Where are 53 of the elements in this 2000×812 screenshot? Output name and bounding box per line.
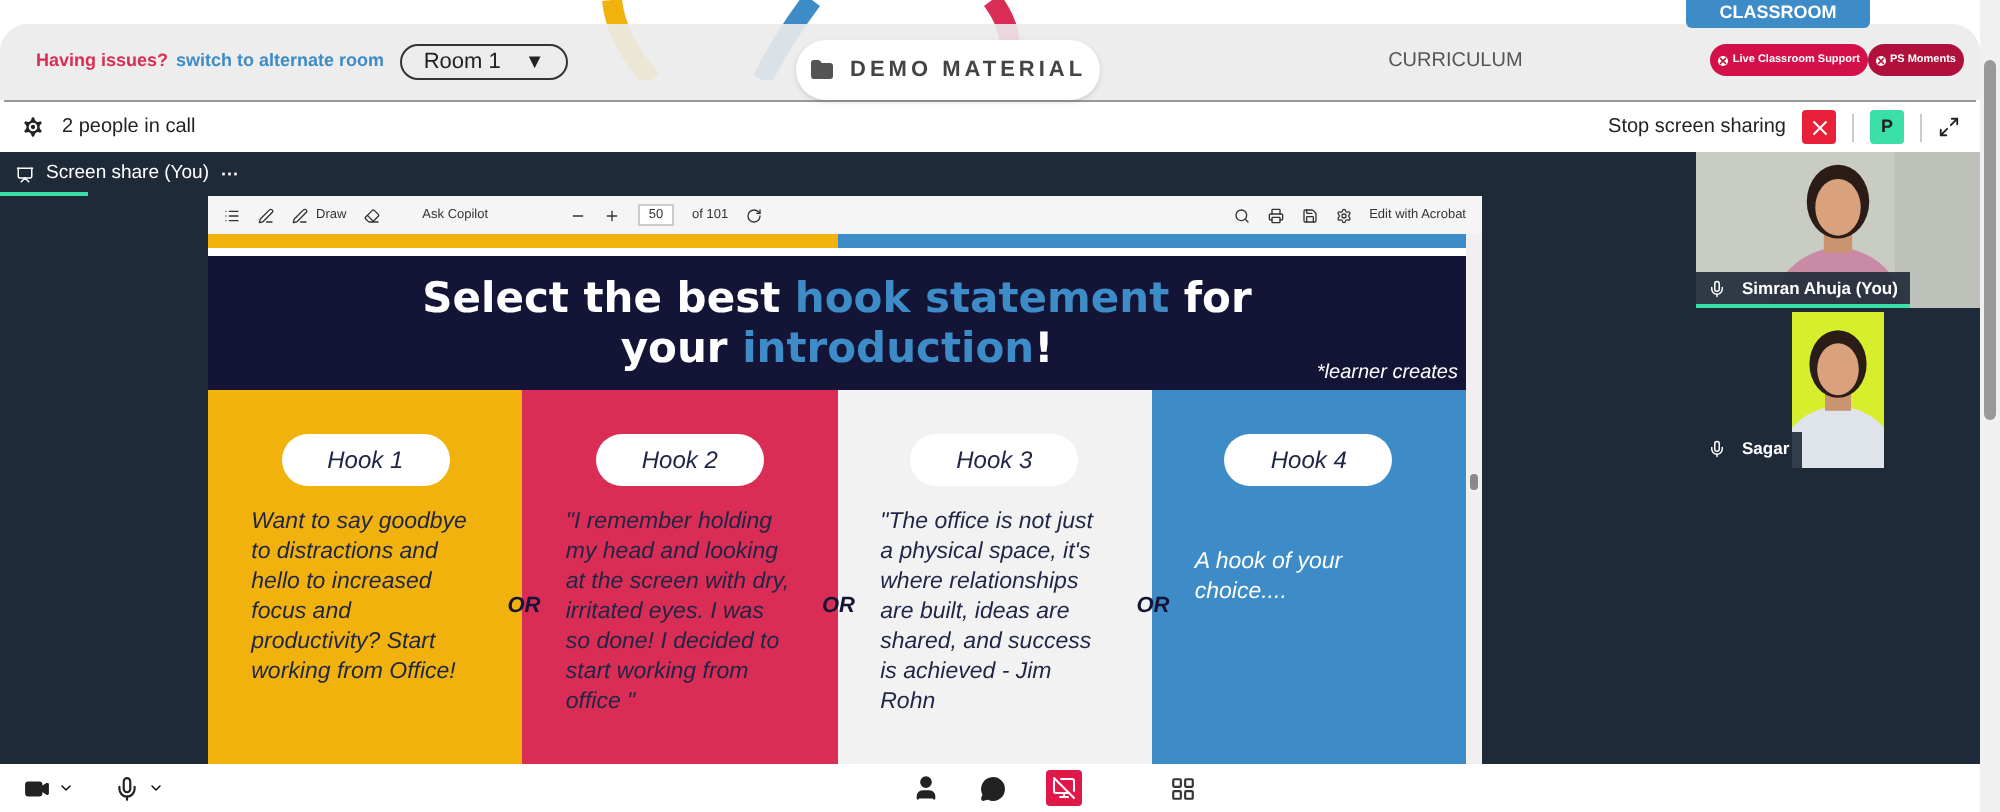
print-icon[interactable]: [1267, 207, 1284, 223]
issue-text: Having issues?: [36, 48, 169, 75]
microphone-icon: [114, 775, 140, 801]
close-icon: [1807, 115, 1831, 139]
pen-icon: [292, 207, 308, 223]
more-button[interactable]: ···: [221, 165, 240, 183]
participant-name: Simran Ahuja (You): [1742, 275, 1898, 301]
rotate-icon[interactable]: [746, 207, 763, 223]
hook-label: Hook 3: [910, 434, 1079, 486]
microphone-icon: [1708, 439, 1726, 457]
screen-share-button[interactable]: [1046, 770, 1082, 806]
list-icon[interactable]: [224, 207, 240, 223]
screen-share-icon: [16, 165, 34, 183]
hook-text: Want to say goodbye to distractions and hello to increased focus and productivity? Start working from Office!: [251, 508, 469, 688]
zoom-in-icon[interactable]: [604, 207, 621, 223]
chat-icon[interactable]: [980, 775, 1006, 801]
participants-icon[interactable]: [912, 774, 940, 802]
slide-note: *learner creates: [1316, 360, 1458, 388]
camera-icon: [24, 775, 50, 801]
room-select[interactable]: Room 1 ▼: [400, 44, 569, 80]
nav-tab[interactable]: CURRICULUM: [1372, 40, 1539, 80]
folder-icon: [810, 58, 835, 82]
hook-text: A hook of your choice....: [1194, 548, 1345, 608]
slide-title: your introduction!: [620, 323, 1054, 373]
classroom-tab[interactable]: CLASSROOM: [1686, 0, 1870, 28]
settings-icon[interactable]: [1335, 207, 1352, 223]
stop-sharing-button[interactable]: Stop screen sharing: [1608, 112, 1786, 142]
eraser-icon[interactable]: [364, 207, 381, 223]
chevron-icon: [58, 780, 74, 796]
chevron-icon: [148, 780, 164, 796]
nav-tab[interactable]: DEMO MATERIAL: [796, 40, 1101, 100]
hook-label: Hook 2: [595, 434, 764, 486]
save-icon[interactable]: [1301, 207, 1318, 223]
hook-label: Hook 1: [281, 434, 450, 486]
slide-title: Select the best hook statement for: [422, 273, 1252, 323]
monitor-off-icon: [1052, 776, 1076, 800]
hook-text: "I remember holding my head and looking at the screen with dry, irritated eyes. I was so done! I decided to start working from office ": [565, 508, 792, 718]
hook-text: "The office is not just a physical space, it's where relationships are built, ideas are shared, and success is achieved - Jim Rohn: [880, 508, 1096, 718]
close-icon: [1718, 55, 1729, 65]
close-button[interactable]: [1802, 110, 1836, 144]
fullscreen-icon[interactable]: [1938, 116, 1960, 138]
grid-icon[interactable]: [1170, 775, 1196, 801]
hook-label: Hook 4: [1224, 434, 1393, 486]
search-icon[interactable]: [1233, 207, 1250, 223]
share-label: Screen share (You): [46, 159, 210, 188]
camera-button[interactable]: [24, 775, 74, 801]
microphone-button[interactable]: [114, 775, 164, 801]
microphone-icon: [1708, 279, 1726, 297]
close-icon: [1875, 55, 1886, 65]
user-avatar[interactable]: P: [1870, 110, 1904, 144]
pen-icon[interactable]: [258, 207, 274, 223]
participant-count: 2 people in call: [62, 114, 196, 142]
participant-name: Sagar: [1742, 435, 1790, 461]
